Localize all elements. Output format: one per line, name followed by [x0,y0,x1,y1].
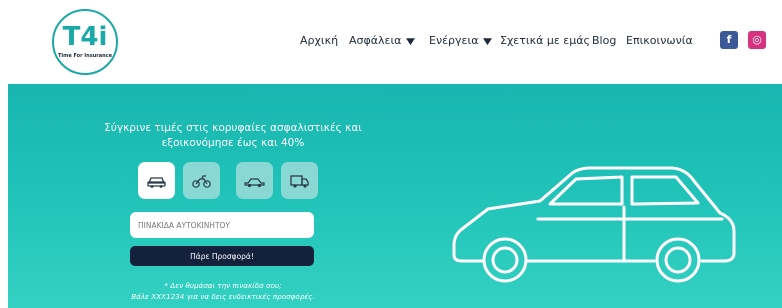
tab-motorcycle[interactable] [183,162,220,199]
plate-hint-note: * Δεν θυμάσαι την πινακίδα σου; Βάλε ΧΧΧ… [98,280,348,302]
nav-item-about[interactable]: Σχετικά με εμάς [500,32,590,50]
site-header: T4i Time For Insurance Αρχική Ασφάλεια ▼ … [0,0,782,84]
truck-icon [290,175,309,188]
nav-item-home[interactable]: Αρχική [300,32,338,50]
sedan-icon [244,178,265,188]
license-plate-input[interactable] [130,212,314,238]
car-outline-illustration [452,166,736,283]
hero-headline: Σύγκρινε τιμές στις κορυφαίες ασφαλιστικ… [88,121,378,151]
motorcycle-icon [192,175,211,188]
svg-text:Time For Insurance: Time For Insurance [58,53,113,59]
tab-car[interactable] [138,162,175,199]
tab-truck[interactable] [281,162,318,199]
chevron-down-icon: ▼ [406,37,416,47]
get-offer-button[interactable]: Πάρε Προσφορά! [130,246,314,266]
instagram-icon[interactable]: ◎ [748,31,766,49]
chevron-down-icon: ▼ [483,37,493,47]
nav-item-blog[interactable]: Blog [592,32,616,50]
hero-section: Σύγκρινε τιμές στις κορυφαίες ασφαλιστικ… [8,84,782,308]
facebook-icon[interactable]: f [720,31,738,49]
nav-item-insurance[interactable]: Ασφάλεια ▼ [349,32,416,50]
car-icon [147,177,166,188]
vehicle-type-tabs [138,162,328,200]
nav-item-contact[interactable]: Επικοινωνία [626,32,693,50]
headline-line-1: Σύγκρινε τιμές στις κορυφαίες ασφαλιστικ… [104,122,362,134]
nav-item-energy[interactable]: Ενέργεια ▼ [429,32,493,50]
main-nav: Αρχική Ασφάλεια ▼ Ενέργεια ▼ Σχετικά με εμ… [0,32,782,50]
headline-line-2: εξοικονόμησε έως και 40% [161,137,305,149]
tab-sedan[interactable] [236,162,273,199]
hint-line-1: * Δεν θυμάσαι την πινακίδα σου; [164,281,282,290]
hint-line-2: Βάλε ΧΧΧ1234 για να δεις ενδεικτικές προ… [131,292,315,301]
